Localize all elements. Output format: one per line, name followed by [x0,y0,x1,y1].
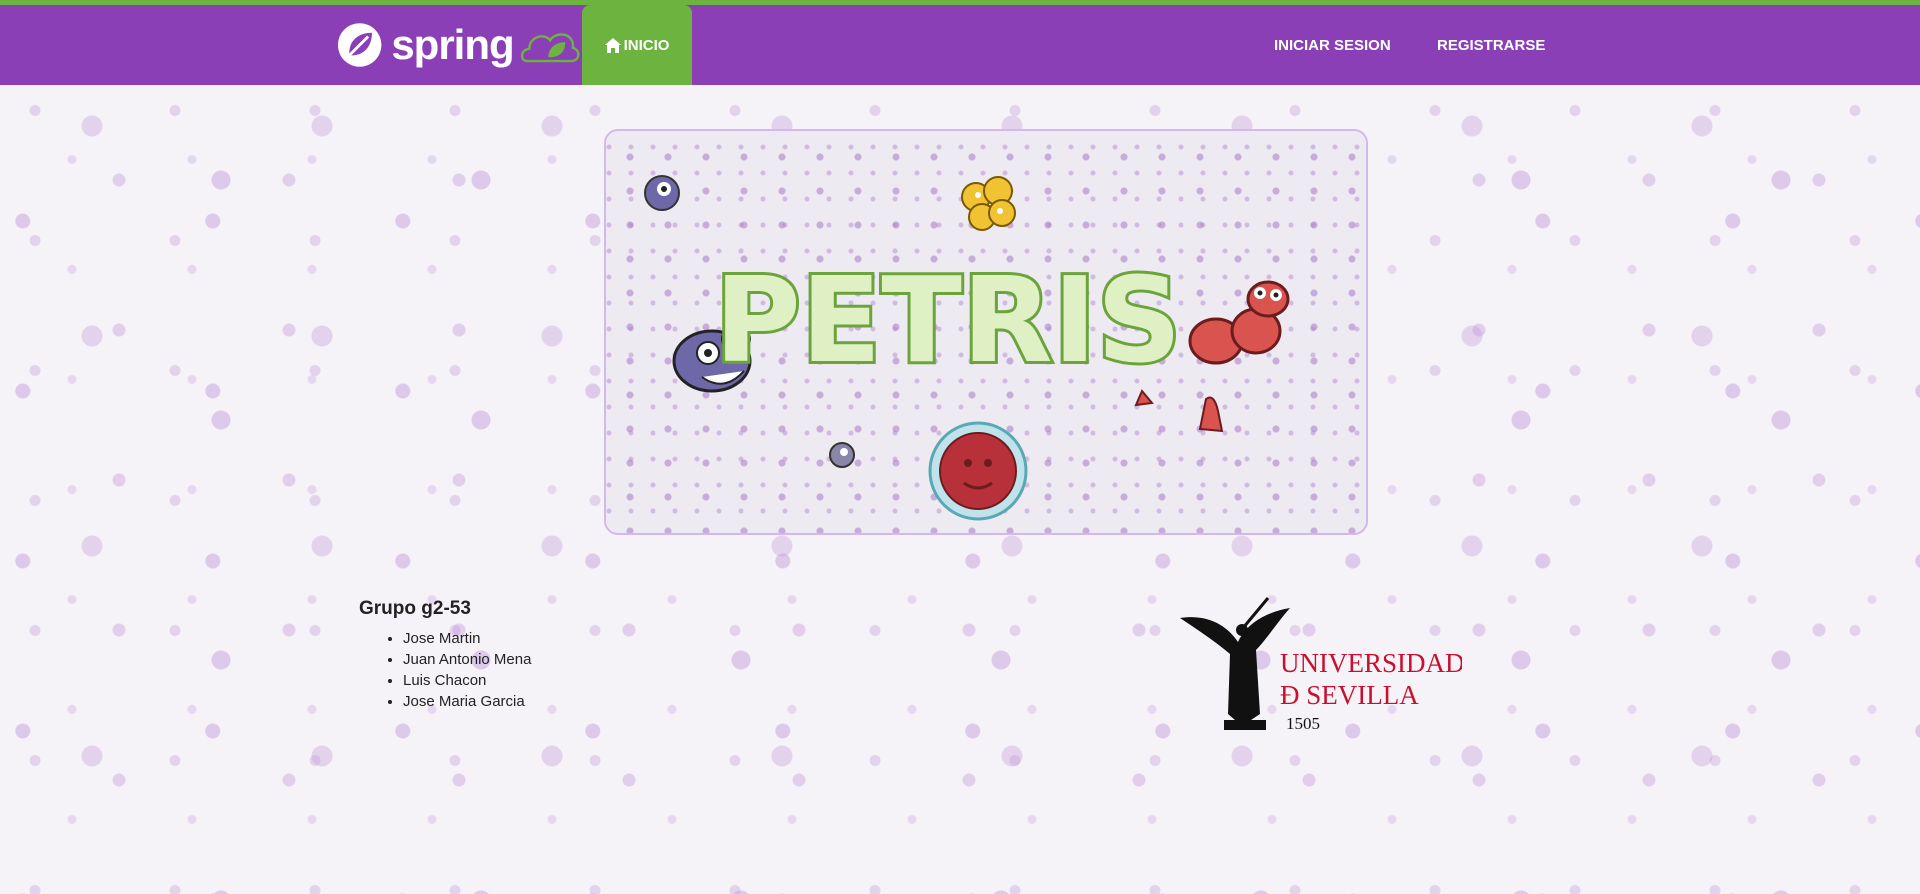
nav-register-link[interactable]: REGISTRARSE [1437,5,1545,85]
yellow-microbe-cluster [961,176,1016,231]
us-name-line2: Ð SEVILLA [1280,680,1419,710]
red-virus-dish [928,421,1028,521]
petris-title: PETRIS [714,251,1181,389]
red-fragment-medium [1198,396,1224,433]
list-item: Juan Antonio Mena [403,649,759,670]
red-worm-microbe [1188,280,1290,365]
spring-logo[interactable]: spring [336,17,582,73]
blue-microbe-small [644,175,680,211]
nav-home-tab[interactable]: INICIO [582,5,692,85]
red-fragment-small [1134,389,1154,407]
team-section: Grupo g2-53 Jose Martin Juan Antonio Men… [359,598,759,712]
spring-boot-cloud-icon [520,33,580,63]
list-item: Jose Martin [403,628,759,649]
list-item: Luis Chacon [403,670,759,691]
spring-leaf-icon [337,23,382,67]
grey-microbe-small [829,442,855,468]
angel-trumpet-icon [1180,597,1290,730]
petris-banner: PETRIS [604,129,1368,535]
nav-register-label: REGISTRARSE [1437,36,1546,54]
universidad-sevilla-logo: UNIVERSIDAD Ð SEVILLA 1505 [1176,594,1465,734]
us-year: 1505 [1286,714,1320,733]
us-emblem: UNIVERSIDAD Ð SEVILLA 1505 [1180,597,1465,733]
team-member-list: Jose Martin Juan Antonio Mena Luis Chaco… [359,628,759,712]
petris-banner-art: PETRIS [644,175,1290,521]
navbar: spring INICIO INICIAR SESION REGISTRARSE [0,5,1920,85]
nav-login-label: INICIAR SESION [1274,36,1391,54]
home-icon [604,37,621,53]
list-item: Jose Maria Garcia [403,691,759,712]
team-title: Grupo g2-53 [359,598,471,619]
brand-wordmark: spring [391,21,514,68]
nav-login-link[interactable]: INICIAR SESION [1274,5,1391,85]
us-name-line1: UNIVERSIDAD [1280,648,1462,678]
nav-home-label: INICIO [623,36,670,54]
